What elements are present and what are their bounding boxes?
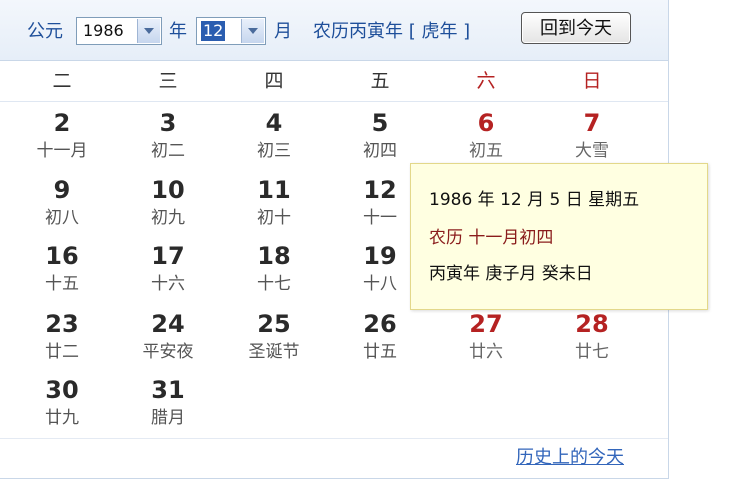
chevron-down-icon[interactable] [241, 19, 264, 43]
footer-divider [0, 438, 668, 439]
date-tooltip: 1986 年 12 月 5 日 星期五 农历 十一月初四 丙寅年 庚子月 癸未日 [410, 163, 708, 310]
lunar-date: 廿六 [469, 342, 503, 362]
lunar-date: 初五 [469, 141, 503, 161]
day-cell[interactable]: 27 廿六 [436, 310, 536, 363]
lunar-date: 初九 [151, 208, 185, 228]
lunar-date: 大雪 [575, 141, 609, 161]
month-select-value: 12 [201, 21, 226, 41]
day-number: 17 [151, 242, 185, 270]
year-label: 年 [169, 21, 187, 42]
lunar-date: 廿九 [45, 408, 79, 428]
lunar-date: 圣诞节 [248, 342, 300, 362]
day-cell[interactable]: 26 廿五 [330, 310, 430, 363]
history-today-link[interactable]: 历史上的今天 [516, 447, 624, 469]
lunar-date: 初四 [363, 141, 397, 161]
lunar-date: 腊月 [151, 408, 185, 428]
day-number: 6 [477, 109, 495, 137]
lunar-date: 初十 [257, 208, 291, 228]
day-number: 3 [159, 109, 177, 137]
weekday-fri: 五 [370, 70, 390, 92]
day-cell[interactable]: 31 腊月 [118, 376, 218, 429]
lunar-date: 廿七 [575, 342, 609, 362]
day-number: 28 [575, 310, 609, 338]
day-number: 27 [469, 310, 503, 338]
day-cell[interactable]: 18 十七 [224, 242, 324, 295]
day-number: 30 [45, 376, 79, 404]
weekday-sun: 日 [582, 70, 602, 92]
day-number: 24 [151, 310, 185, 338]
lunar-date: 十六 [151, 274, 185, 294]
day-cell[interactable]: 25 圣诞节 [224, 310, 324, 363]
day-number: 16 [45, 242, 79, 270]
day-cell[interactable]: 24 平安夜 [118, 310, 218, 363]
day-number: 18 [257, 242, 291, 270]
day-cell[interactable]: 17 十六 [118, 242, 218, 295]
lunar-year-text: 农历丙寅年 [ 虎年 ] [313, 21, 471, 42]
day-cell[interactable]: 5 初四 [330, 109, 430, 162]
day-cell[interactable]: 2 十一月 [12, 109, 112, 162]
month-select[interactable]: 12 [196, 17, 266, 45]
weekday-thu: 四 [264, 70, 284, 92]
month-label: 月 [274, 21, 292, 42]
day-cell[interactable]: 30 廿九 [12, 376, 112, 429]
weekday-sat: 六 [476, 70, 496, 92]
day-number: 23 [45, 310, 79, 338]
weekday-wed: 三 [158, 70, 178, 92]
day-number: 25 [257, 310, 291, 338]
day-number: 10 [151, 176, 185, 204]
year-select-value: 1986 [83, 21, 124, 40]
day-number: 2 [53, 109, 71, 137]
day-number: 4 [265, 109, 283, 137]
lunar-date: 十七 [257, 274, 291, 294]
tooltip-solar-date: 1986 年 12 月 5 日 星期五 [429, 190, 640, 210]
lunar-date: 十五 [45, 274, 79, 294]
day-number: 5 [371, 109, 389, 137]
day-cell[interactable]: 11 初十 [224, 176, 324, 229]
chevron-down-icon[interactable] [137, 19, 160, 43]
tooltip-lunar-date: 农历 十一月初四 [429, 228, 554, 248]
day-number: 31 [151, 376, 185, 404]
day-number: 26 [363, 310, 397, 338]
day-cell[interactable]: 4 初三 [224, 109, 324, 162]
era-label: 公元 [27, 21, 63, 42]
tooltip-ganzhi: 丙寅年 庚子月 癸未日 [429, 264, 593, 284]
year-select[interactable]: 1986 [76, 17, 162, 45]
day-cell[interactable]: 28 廿七 [542, 310, 642, 363]
day-cell[interactable]: 9 初八 [12, 176, 112, 229]
lunar-date: 廿二 [45, 342, 79, 362]
calendar-widget: 公元 1986 年 12 月 农历丙寅年 [ 虎年 ] 回到今天 二 三 四 五… [0, 0, 708, 479]
lunar-date: 平安夜 [142, 342, 194, 362]
lunar-date: 初二 [151, 141, 185, 161]
day-cell[interactable]: 6 初五 [436, 109, 536, 162]
lunar-date: 廿五 [363, 342, 397, 362]
day-cell[interactable]: 23 廿二 [12, 310, 112, 363]
lunar-date: 十一月 [36, 141, 88, 161]
weekday-tue: 二 [52, 70, 72, 92]
calendar-header: 公元 1986 年 12 月 农历丙寅年 [ 虎年 ] 回到今天 [0, 0, 668, 61]
day-cell[interactable]: 3 初二 [118, 109, 218, 162]
weekday-header-row: 二 三 四 五 六 日 [0, 61, 668, 102]
day-cell[interactable]: 16 十五 [12, 242, 112, 295]
day-cell[interactable]: 10 初九 [118, 176, 218, 229]
lunar-date: 初三 [257, 141, 291, 161]
day-number: 11 [257, 176, 291, 204]
back-to-today-button[interactable]: 回到今天 [521, 12, 631, 44]
day-cell[interactable]: 7 大雪 [542, 109, 642, 162]
day-number: 7 [583, 109, 601, 137]
day-number: 9 [53, 176, 71, 204]
lunar-date: 初八 [45, 208, 79, 228]
